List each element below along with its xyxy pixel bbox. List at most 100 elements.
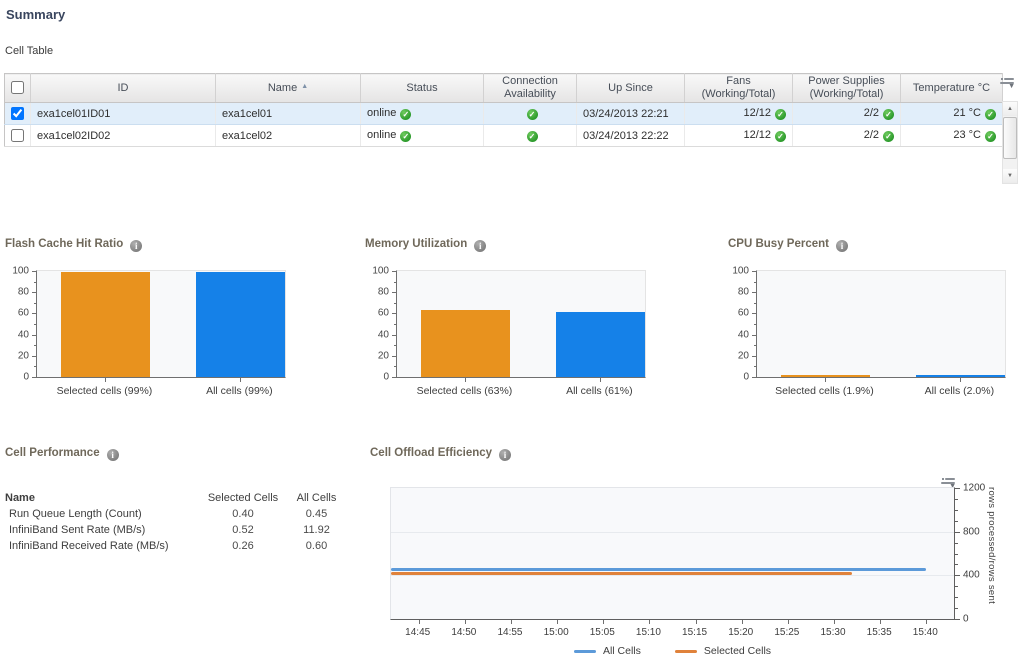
- status-ok-icon: ✓: [775, 109, 786, 120]
- bar: [196, 272, 285, 377]
- metric-selected-value: 0.52: [203, 522, 283, 538]
- row-checkbox[interactable]: [11, 129, 24, 142]
- category-label: All cells (61%): [566, 385, 633, 397]
- legend-line-swatch: [675, 650, 697, 653]
- column-header-power[interactable]: Power Supplies (Working/Total): [793, 74, 901, 103]
- metric-all-value: 0.60: [283, 538, 350, 554]
- table-row[interactable]: exa1cel01ID01 exa1cel01 online✓ ✓ 03/24/…: [5, 103, 1003, 125]
- chart-title: CPU Busy Percenti: [725, 238, 1028, 252]
- bar: [781, 375, 870, 377]
- perf-row: InfiniBand Received Rate (MB/s) 0.26 0.6…: [5, 538, 350, 554]
- x-tick: [834, 620, 835, 624]
- plot-area: [396, 270, 646, 378]
- y-tick-label: 100: [732, 266, 749, 277]
- time-label: 14:45: [405, 627, 430, 638]
- status-ok-icon: ✓: [400, 109, 411, 120]
- metric-name: Run Queue Length (Count): [5, 506, 203, 522]
- row-checkbox[interactable]: [11, 107, 24, 120]
- column-header-name[interactable]: Name▲: [216, 74, 361, 103]
- offload-x-axis-labels: 14:4514:5014:5515:0015:0515:1015:1515:20…: [390, 626, 955, 639]
- cell-table-label: Cell Table: [5, 45, 53, 57]
- bar: [421, 310, 510, 377]
- y-tick-label: 80: [378, 287, 389, 298]
- info-icon[interactable]: i: [107, 449, 119, 461]
- legend-item: Selected Cells: [675, 645, 771, 657]
- bar: [61, 272, 150, 377]
- y-tick-label: 100: [12, 266, 29, 277]
- status-ok-icon: ✓: [883, 109, 894, 120]
- status-ok-icon: ✓: [527, 131, 538, 142]
- page-title: Summary: [6, 7, 65, 22]
- time-label: 15:35: [867, 627, 892, 638]
- select-all-checkbox-cell: [5, 74, 31, 103]
- status-ok-icon: ✓: [883, 131, 894, 142]
- info-icon[interactable]: i: [836, 240, 848, 252]
- memory-utilization-chart: Memory Utilizationi 020406080100 Selecte…: [365, 238, 695, 408]
- info-icon[interactable]: i: [474, 240, 486, 252]
- column-header-up-since[interactable]: Up Since: [577, 74, 685, 103]
- metric-name: InfiniBand Received Rate (MB/s): [5, 538, 203, 554]
- select-all-checkbox[interactable]: [11, 81, 24, 94]
- y-tick-label: 60: [18, 308, 29, 319]
- x-axis-labels: Selected cells (63%) All cells (61%): [396, 384, 646, 398]
- y-tick: [955, 619, 960, 620]
- category-label: Selected cells (99%): [57, 385, 153, 397]
- cell-up-since: 03/24/2013 22:21: [577, 103, 685, 125]
- cell-connection: ✓: [484, 103, 577, 125]
- info-icon[interactable]: i: [499, 449, 511, 461]
- chevron-down-icon: ▼: [1008, 83, 1015, 91]
- cell-up-since: 03/24/2013 22:22: [577, 125, 685, 147]
- x-tick: [557, 620, 558, 624]
- time-label: 15:20: [728, 627, 753, 638]
- category-label: All cells (99%): [206, 385, 273, 397]
- time-label: 15:10: [636, 627, 661, 638]
- series-line-selected-cells: [391, 572, 852, 575]
- scroll-up-button[interactable]: ▲: [1003, 102, 1017, 116]
- y-tick-label: 800: [963, 526, 980, 537]
- info-icon[interactable]: i: [130, 240, 142, 252]
- legend-item: All Cells: [574, 645, 641, 657]
- bar: [916, 375, 1005, 377]
- legend-label: All Cells: [603, 645, 641, 657]
- table-scrollbar[interactable]: ▲ ▼: [1002, 101, 1018, 184]
- status-ok-icon: ✓: [985, 131, 996, 142]
- time-label: 15:40: [913, 627, 938, 638]
- y-tick: [955, 499, 958, 500]
- plot-area: [36, 270, 286, 378]
- y-tick-label: 0: [743, 372, 749, 383]
- table-row[interactable]: exa1cel02ID02 exa1cel02 online✓ ✓ 03/24/…: [5, 125, 1003, 147]
- x-tick: [696, 620, 697, 624]
- column-header-status[interactable]: Status: [361, 74, 484, 103]
- cell-temperature: 23 °C✓: [901, 125, 1003, 147]
- category-label: Selected cells (63%): [417, 385, 513, 397]
- y-tick: [955, 554, 958, 555]
- scrollbar-thumb[interactable]: [1003, 117, 1017, 159]
- cell-status: online✓: [361, 103, 484, 125]
- x-axis-labels: Selected cells (1.9%)All cells (2.0%): [756, 384, 1006, 398]
- status-ok-icon: ✓: [400, 131, 411, 142]
- metric-all-value: 11.92: [283, 522, 350, 538]
- column-header-fans[interactable]: Fans (Working/Total): [685, 74, 793, 103]
- time-label: 15:15: [682, 627, 707, 638]
- column-header-connection[interactable]: Connection Availability: [484, 74, 577, 103]
- perf-col-all: All Cells: [283, 489, 350, 506]
- x-tick: [603, 620, 604, 624]
- x-tick: [788, 620, 789, 624]
- offload-y-axis: 04008001200: [955, 487, 987, 620]
- y-tick-label: 40: [738, 329, 749, 340]
- status-ok-icon: ✓: [527, 109, 538, 120]
- time-label: 15:25: [774, 627, 799, 638]
- sort-ascending-icon: ▲: [301, 83, 308, 90]
- scroll-down-button[interactable]: ▼: [1003, 169, 1017, 183]
- cell-id: exa1cel02ID02: [31, 125, 216, 147]
- table-view-menu-icon[interactable]: ▼: [1000, 77, 1016, 90]
- gridline: [391, 532, 954, 533]
- x-tick: [825, 378, 826, 382]
- y-tick-label: 400: [963, 570, 980, 581]
- x-tick: [105, 378, 106, 382]
- metric-all-value: 0.45: [283, 506, 350, 522]
- cell-performance-table: Name Selected Cells All Cells Run Queue …: [5, 489, 350, 554]
- column-header-id[interactable]: ID: [31, 74, 216, 103]
- bar: [556, 312, 645, 377]
- column-header-temperature[interactable]: Temperature °C: [901, 74, 1003, 103]
